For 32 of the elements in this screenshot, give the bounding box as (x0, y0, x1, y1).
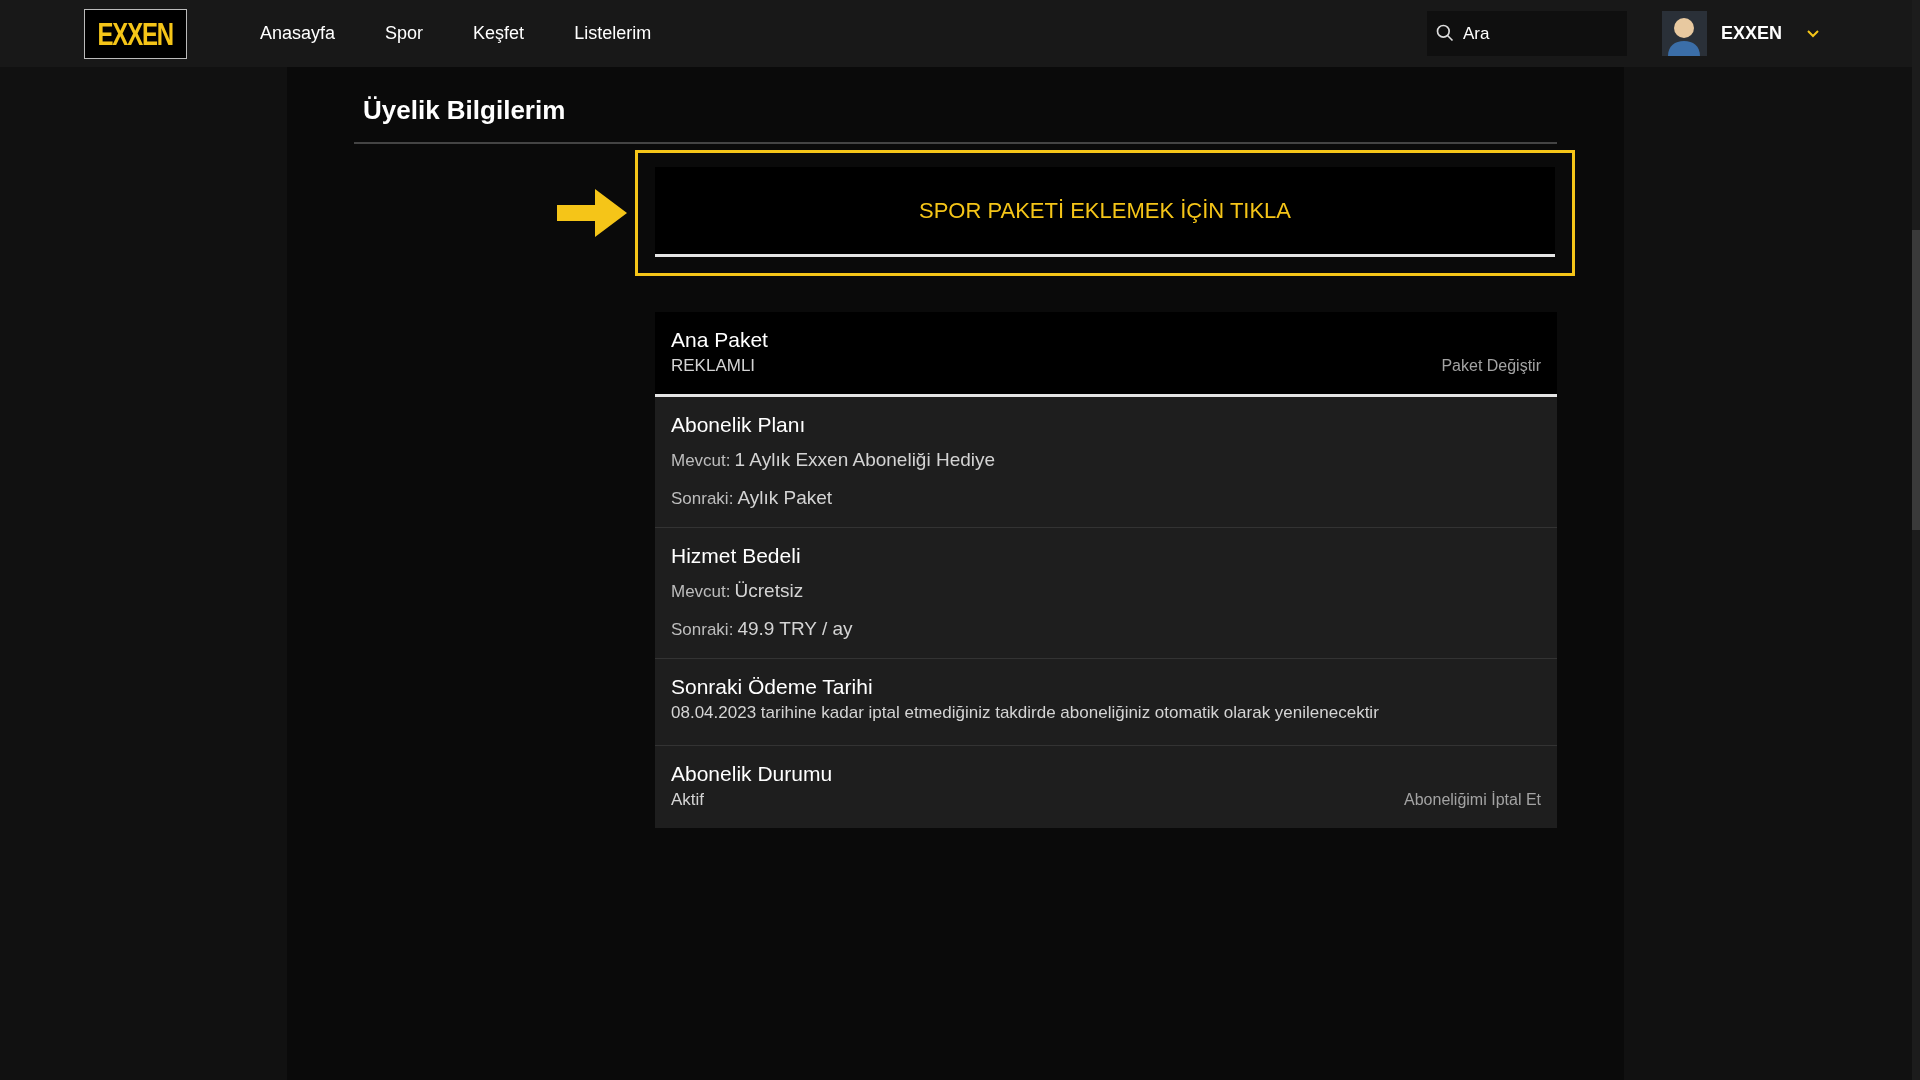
nav-link[interactable]: Anasayfa (260, 20, 336, 47)
search-field[interactable]: Ara (1426, 11, 1627, 56)
logo[interactable]: EXXEN (84, 8, 187, 59)
nav-link[interactable]: Listelerim (574, 20, 652, 47)
row-note: 08.04.2023 tarihine kadar iptal etmediğiniz takdirde aboneliğiniz otomatik olarak yenilenecektir (671, 702, 1380, 724)
nav-link[interactable]: Spor (385, 20, 424, 47)
row-title: Hizmet Bedeli (671, 543, 802, 569)
line-value: Aylık Paket (737, 486, 833, 510)
nav-link[interactable]: Keşfet (473, 20, 525, 47)
avatar[interactable] (1661, 11, 1707, 56)
row-value: Aktif (671, 789, 706, 811)
user-name[interactable]: EXXEN (1720, 20, 1782, 47)
row-title: Abonelik Planı (671, 412, 807, 438)
line-label: Mevcut: (671, 450, 731, 472)
row-title: Sonraki Ödeme Tarihi (671, 674, 874, 700)
line-label: Sonraki: (671, 488, 734, 510)
line-value: 1 Aylık Exxen Aboneliği Hediye (734, 448, 996, 472)
page-title: Üyelik Bilgilerim (363, 94, 567, 127)
line-value: 49.9 TRY / ay (737, 617, 853, 641)
scrollbar-thumb[interactable] (1912, 230, 1920, 530)
row-title: Abonelik Durumu (671, 761, 833, 787)
row-title: Ana Paket (671, 327, 768, 353)
line-value: Ücretsiz (734, 579, 804, 603)
line-label: Sonraki: (671, 619, 734, 641)
arrow-right-icon (557, 189, 627, 237)
search-icon (1434, 23, 1455, 43)
row-action-link[interactable]: Aboneliğimi İptal Et (1404, 788, 1541, 812)
line-label: Mevcut: (671, 581, 731, 603)
sport-package-button[interactable]: SPOR PAKETİ EKLEMEK İÇİN TIKLA (655, 167, 1555, 257)
row-value: REKLAMLI (671, 355, 757, 377)
chevron-down-icon[interactable] (1806, 28, 1820, 39)
row-action-link[interactable]: Paket Değiştir (1441, 354, 1541, 378)
